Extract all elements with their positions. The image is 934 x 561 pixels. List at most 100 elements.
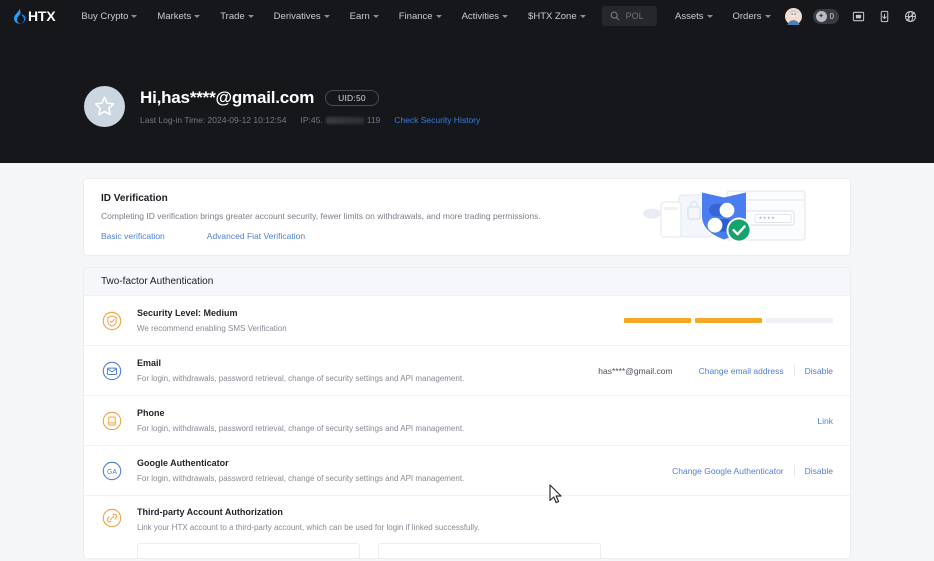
google-authenticator-title: Google Authenticator [137, 458, 229, 468]
nav-item-label: Activities [461, 10, 500, 22]
nav-item-htx-zone[interactable]: $HTX Zone [518, 11, 596, 22]
desktop-download-button[interactable] [845, 3, 871, 29]
security-bar-3 [766, 318, 833, 323]
nav-item-assets[interactable]: Assets [665, 11, 723, 22]
avatar-icon [785, 7, 803, 25]
chevron-down-icon [323, 15, 330, 18]
chevron-down-icon [194, 15, 201, 18]
chevron-down-icon [502, 15, 509, 18]
logo-text: HTX [28, 8, 56, 24]
nav-item-label: Finance [398, 10, 433, 22]
check-security-history-link[interactable]: Check Security History [394, 115, 480, 125]
mobile-download-button[interactable] [871, 3, 897, 29]
nav-item-label: Derivatives [273, 10, 321, 22]
advanced-fiat-verification-link[interactable]: Advanced Fiat Verification [207, 231, 305, 241]
chevron-down-icon [435, 15, 442, 18]
top-navbar: HTX Buy Crypto Markets Trade Derivatives… [0, 0, 934, 32]
htx-droplet-logo-icon [14, 8, 26, 24]
secondary-nav: Assets Orders ✦ 0 [665, 3, 923, 29]
id-verification-description: Completing ID verification brings greate… [101, 211, 541, 221]
id-verification-illustration: **** [638, 179, 828, 255]
security-shield-illustration: **** [643, 190, 806, 243]
google-authenticator-description: For login, withdrawals, password retriev… [137, 474, 465, 483]
nav-item-finance[interactable]: Finance [389, 11, 452, 22]
nav-item-label: Markets [157, 10, 192, 22]
nav-item-label: Orders [732, 10, 762, 22]
nav-item-markets[interactable]: Markets [147, 11, 210, 22]
link-phone-link[interactable]: Link [807, 416, 833, 426]
third-party-description: Link your HTX account to a third-party a… [137, 523, 480, 532]
email-title: Email [137, 358, 162, 368]
desktop-download-icon [852, 11, 864, 21]
last-login-time: Last Log-in Time: 2024-09-12 10:12:54 [140, 115, 287, 125]
language-button[interactable] [897, 3, 923, 29]
coin-icon: ✦ [815, 10, 827, 22]
id-verification-card: ID Verification Completing ID verificati… [84, 179, 850, 255]
change-google-authenticator-link[interactable]: Change Google Authenticator [662, 466, 794, 476]
security-level-title: Security Level: Medium [137, 308, 238, 318]
language-globe-icon [904, 10, 916, 22]
google-authenticator-row: GA Google Authenticator For login, withd… [84, 446, 850, 496]
phone-icon [101, 410, 123, 432]
rewards-count: 0 [829, 11, 834, 21]
nav-item-label: $HTX Zone [528, 10, 577, 22]
chevron-down-icon [579, 15, 586, 18]
page-title: Hi,has****@gmail.com [140, 88, 315, 107]
phone-description: For login, withdrawals, password retriev… [137, 424, 465, 433]
basic-verification-link[interactable]: Basic verification [101, 231, 165, 241]
htx-logo[interactable]: HTX [13, 8, 56, 24]
change-email-address-link[interactable]: Change email address [689, 366, 794, 376]
star-avatar-icon [94, 96, 115, 116]
email-row: Email For login, withdrawals, password r… [84, 346, 850, 396]
ip-masked-segment [325, 116, 364, 124]
chevron-down-icon [247, 15, 254, 18]
disable-google-authenticator-link[interactable]: Disable [795, 466, 833, 476]
primary-nav: Buy Crypto Markets Trade Derivatives Ear… [71, 11, 595, 22]
nav-item-label: Trade [220, 10, 245, 22]
id-verification-text: ID Verification Completing ID verificati… [101, 193, 541, 241]
security-bar-1 [624, 318, 691, 323]
mobile-download-icon [880, 10, 888, 22]
nav-item-orders[interactable]: Orders [723, 11, 781, 22]
two-factor-authentication-card: Two-factor Authentication Security Level… [84, 268, 850, 558]
search-input[interactable] [625, 11, 649, 21]
nav-item-earn[interactable]: Earn [340, 11, 389, 22]
profile-header: Hi,has****@gmail.com UID:50 Last Log-in … [0, 32, 934, 163]
nav-item-activities[interactable]: Activities [452, 11, 518, 22]
rewards-badge[interactable]: ✦ 0 [812, 8, 839, 24]
chevron-down-icon [764, 15, 771, 18]
account-avatar-button[interactable] [781, 3, 807, 29]
main-content: ID Verification Completing ID verificati… [0, 163, 934, 561]
search-box[interactable] [601, 6, 657, 26]
uid-badge: UID:50 [325, 90, 379, 106]
nav-item-label: Buy Crypto [81, 10, 129, 22]
ip-address-suffix: 119 [366, 115, 381, 125]
avatar[interactable] [84, 86, 125, 127]
svg-text:****: **** [759, 214, 776, 223]
ip-address-label: IP:45. [300, 115, 323, 125]
security-level-description: We recommend enabling SMS Verification [137, 324, 287, 333]
disable-email-link[interactable]: Disable [795, 366, 833, 376]
envelope-icon [101, 360, 123, 382]
third-party-authorization-row: Third-party Account Authorization Link y… [84, 496, 850, 558]
shield-check-icon [101, 310, 123, 332]
phone-title: Phone [137, 408, 165, 418]
phone-row: Phone For login, withdrawals, password r… [84, 396, 850, 446]
ga-icon: GA [101, 460, 123, 482]
nav-item-label: Assets [674, 10, 704, 22]
third-party-card-google[interactable]: Google Link [137, 543, 360, 558]
two-factor-heading: Two-factor Authentication [84, 268, 850, 296]
nav-item-label: Earn [349, 10, 370, 22]
email-value: has****@gmail.com [598, 365, 673, 376]
search-icon [610, 11, 619, 21]
app-root: HTX Buy Crypto Markets Trade Derivatives… [0, 0, 934, 561]
profile-meta: Last Log-in Time: 2024-09-12 10:12:54 IP… [140, 115, 480, 125]
nav-item-trade[interactable]: Trade [210, 11, 263, 22]
third-party-cards: Google Link Apple Link [137, 543, 833, 558]
third-party-card-apple[interactable]: Apple Link [378, 543, 601, 558]
security-bar-2 [695, 318, 762, 323]
security-level-row: Security Level: Medium We recommend enab… [84, 296, 850, 346]
id-verification-title: ID Verification [101, 193, 168, 204]
nav-item-derivatives[interactable]: Derivatives [264, 11, 340, 22]
nav-item-buy-crypto[interactable]: Buy Crypto [71, 11, 147, 22]
